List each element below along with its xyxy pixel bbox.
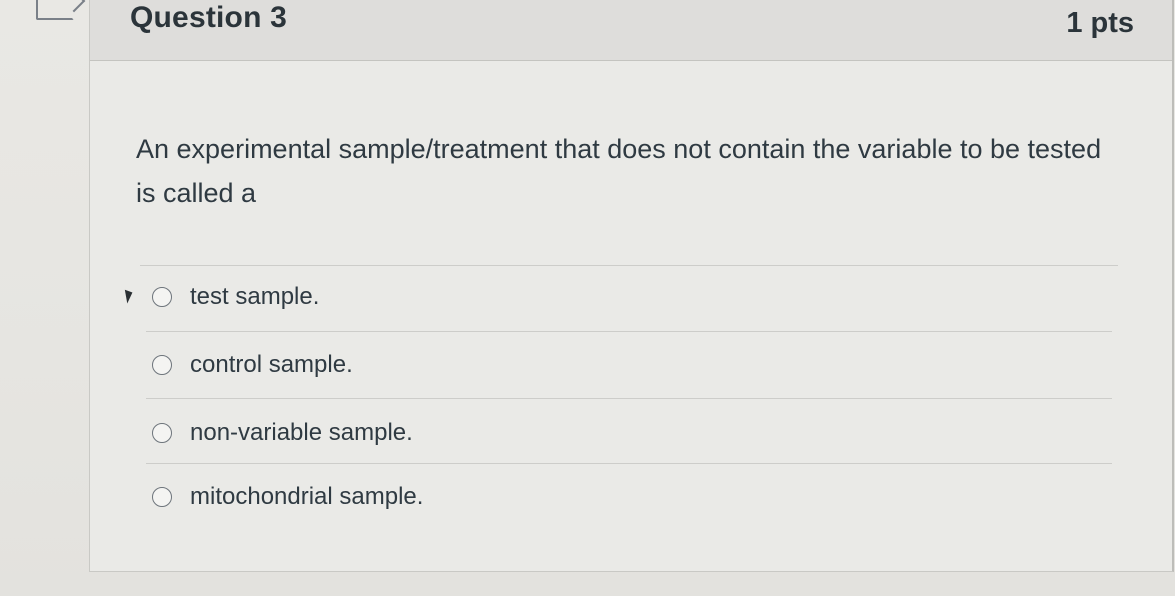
answer-divider [146,331,1112,332]
answer-label: mitochondrial sample. [190,483,424,510]
question-points: 1 pts [1066,7,1134,39]
answer-option-control-sample[interactable]: control sample. [152,345,353,385]
quiz-page: Question 3 1 pts An experimental sample/… [0,0,1175,596]
question-text: An experimental sample/treatment that do… [136,134,1102,208]
answer-option-non-variable-sample[interactable]: non-variable sample. [152,413,413,453]
answers-top-divider [140,265,1118,266]
answer-option-test-sample[interactable]: test sample. [152,277,319,317]
radio-button-icon[interactable] [152,423,172,443]
answer-divider [146,463,1112,464]
radio-button-icon[interactable] [152,287,172,307]
radio-button-icon[interactable] [152,487,172,507]
answer-label: test sample. [190,283,320,310]
answer-label: control sample. [190,351,353,378]
answer-option-mitochondrial-sample[interactable]: mitochondrial sample. [152,477,423,517]
question-title: Question 3 [130,1,288,34]
answer-divider [146,398,1112,399]
answer-label: non-variable sample. [190,419,413,446]
question-card: Question 3 1 pts An experimental sample/… [89,0,1174,572]
question-header: Question 3 1 pts [90,0,1172,61]
radio-button-icon[interactable] [152,355,172,375]
flag-question-icon[interactable] [36,0,74,20]
